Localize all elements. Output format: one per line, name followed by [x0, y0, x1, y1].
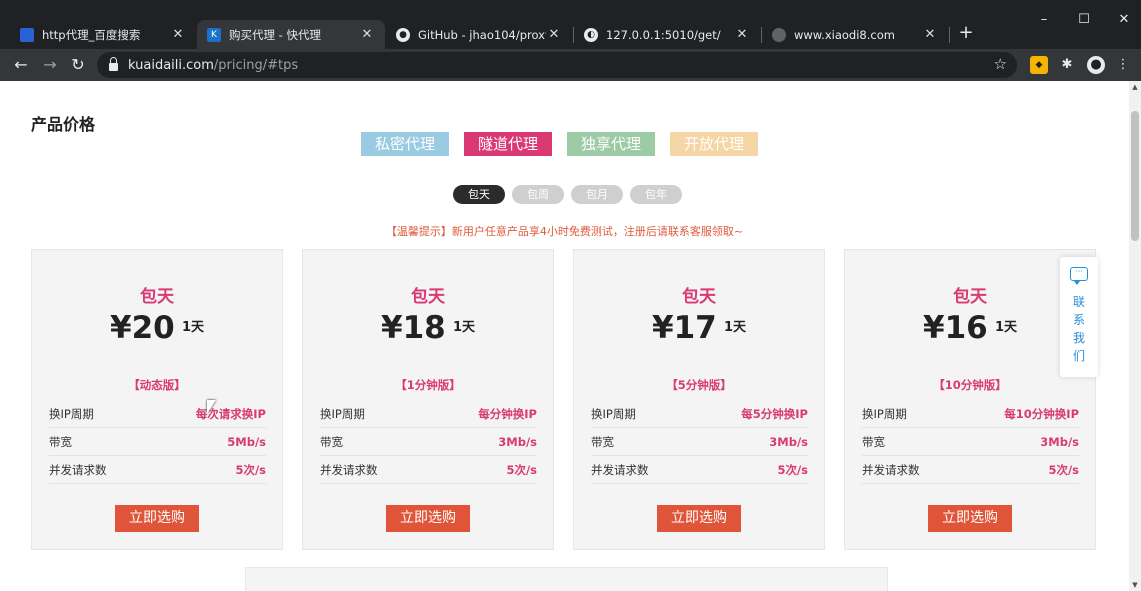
menu-kebab-icon[interactable]: ⋮ — [1114, 56, 1132, 74]
bookmark-star-icon[interactable]: ☆ — [994, 55, 1007, 73]
mouse-cursor-icon — [207, 400, 216, 414]
contact-us-widget[interactable]: ··· 联系我们 — [1060, 257, 1098, 377]
browser-tab-github[interactable]: ● GitHub - jhao104/proxy_p ✕ — [386, 20, 572, 49]
period-tab-year[interactable]: 包年 — [630, 185, 682, 204]
contact-us-label: 联系我们 — [1072, 295, 1085, 363]
buy-now-button[interactable]: 立即选购 — [657, 505, 741, 532]
browser-tab-localhost[interactable]: ◐ 127.0.0.1:5010/get/ ✕ — [574, 20, 760, 49]
card-row-bandwidth: 带宽 3Mb/s — [320, 428, 537, 456]
new-tab-button[interactable]: + — [956, 22, 976, 44]
chat-bubble-icon: ··· — [1070, 267, 1088, 285]
card-row-bandwidth: 带宽 5Mb/s — [49, 428, 266, 456]
browser-tab-xiaodi8[interactable]: www.xiaodi8.com ✕ — [762, 20, 948, 49]
page-scrollbar[interactable]: ▲ ▼ — [1129, 81, 1141, 591]
lock-icon[interactable] — [109, 57, 118, 71]
card-period: 包天 — [953, 287, 987, 307]
url-host: kuaidaili.com — [128, 57, 214, 73]
scroll-down-arrow-icon[interactable]: ▼ — [1129, 581, 1141, 589]
product-type-tabs: 私密代理 隧道代理 独享代理 开放代理 — [361, 132, 759, 156]
buy-now-button[interactable]: 立即选购 — [115, 505, 199, 532]
pricing-card: 包天 ¥17 1天 【5分钟版】 换IP周期 每5分钟换IP 带宽 3Mb/s 并发… — [573, 249, 825, 550]
scrollbar-thumb[interactable] — [1131, 111, 1139, 241]
card-row-ip-cycle: 换IP周期 每分钟换IP — [320, 400, 537, 428]
period-tab-day[interactable]: 包天 — [453, 185, 505, 204]
period-tab-week[interactable]: 包周 — [512, 185, 564, 204]
address-bar[interactable]: kuaidaili.com/pricing/#tps ☆ — [97, 52, 1017, 78]
card-row-ip-cycle: 换IP周期 每5分钟换IP — [591, 400, 808, 428]
card-row-bandwidth: 带宽 3Mb/s — [591, 428, 808, 456]
close-tab-icon[interactable]: ✕ — [170, 27, 186, 42]
card-period: 包天 — [682, 287, 716, 307]
card-price: ¥18 — [381, 310, 446, 346]
card-period: 包天 — [140, 287, 174, 307]
baidu-icon: 🐾 — [20, 27, 34, 42]
globe-icon — [772, 27, 786, 42]
card-price: ¥16 — [923, 310, 988, 346]
extension-colorful-icon[interactable]: ◆ — [1030, 56, 1048, 74]
card-row-bandwidth: 带宽 3Mb/s — [862, 428, 1079, 456]
billing-period-tabs: 包天 包周 包月 包年 — [453, 185, 682, 204]
globe-icon: ◐ — [584, 27, 598, 42]
tab-separator — [949, 27, 950, 43]
pricing-card: 包天 ¥16 1天 【10分钟版】 换IP周期 每10分钟换IP 带宽 3Mb/s … — [844, 249, 1096, 550]
card-unit: 1天 — [995, 320, 1018, 335]
close-window-icon[interactable]: ✕ — [1114, 12, 1134, 27]
buy-now-button[interactable]: 立即选购 — [386, 505, 470, 532]
card-unit: 1天 — [453, 320, 476, 335]
pricing-card: 包天 ¥20 1天 【动态版】 换IP周期 每次请求换IP 带宽 5Mb/s 并发请… — [31, 249, 283, 550]
card-row-concurrency: 并发请求数 5次/s — [320, 456, 537, 484]
card-version: 【10分钟版】 — [933, 378, 1007, 392]
minimize-icon[interactable]: – — [1034, 12, 1054, 27]
promo-notice: 【温馨提示】新用户任意产品享4小时免费测试，注册后请联系客服领取~ — [385, 225, 744, 238]
tab-exclusive-proxy[interactable]: 独享代理 — [567, 132, 656, 156]
github-icon: ● — [396, 27, 410, 42]
reload-icon[interactable]: ↻ — [68, 55, 88, 75]
card-version: 【1分钟版】 — [395, 378, 461, 392]
url-path: /pricing/#tps — [213, 57, 299, 73]
section-title: 产品价格 — [31, 115, 96, 134]
card-row-concurrency: 并发请求数 5次/s — [862, 456, 1079, 484]
card-price: ¥20 — [110, 310, 175, 346]
card-row-concurrency: 并发请求数 5次/s — [591, 456, 808, 484]
profile-avatar-icon[interactable]: ● — [1087, 56, 1105, 74]
card-row-ip-cycle: 换IP周期 每10分钟换IP — [862, 400, 1079, 428]
card-period: 包天 — [411, 287, 445, 307]
close-tab-icon[interactable]: ✕ — [734, 27, 750, 42]
browser-tab-kuaidaili[interactable]: K 购买代理 - 快代理 ✕ — [197, 20, 385, 49]
browser-tab-bar: 🐾 http代理_百度搜索 ✕ K 购买代理 - 快代理 ✕ ● GitHub … — [0, 0, 1141, 49]
maximize-icon[interactable]: ☐ — [1074, 12, 1094, 27]
tab-open-proxy[interactable]: 开放代理 — [670, 132, 759, 156]
buy-now-button[interactable]: 立即选购 — [928, 505, 1012, 532]
browser-tab-baidu[interactable]: 🐾 http代理_百度搜索 ✕ — [10, 20, 196, 49]
card-version: 【5分钟版】 — [666, 378, 732, 392]
close-tab-icon[interactable]: ✕ — [359, 27, 375, 42]
period-tab-month[interactable]: 包月 — [571, 185, 623, 204]
card-unit: 1天 — [724, 320, 747, 335]
extensions-puzzle-icon[interactable]: ✱ — [1058, 56, 1076, 74]
page-content: 产品价格 私密代理 隧道代理 独享代理 开放代理 包天 包周 包月 包年 【温馨… — [0, 81, 1129, 591]
close-tab-icon[interactable]: ✕ — [922, 27, 938, 42]
card-price: ¥17 — [652, 310, 717, 346]
kuaidaili-icon: K — [207, 27, 221, 42]
tab-tunnel-proxy[interactable]: 隧道代理 — [464, 132, 553, 156]
back-arrow-icon[interactable]: ← — [11, 55, 31, 75]
scroll-up-arrow-icon[interactable]: ▲ — [1129, 83, 1141, 91]
card-version: 【动态版】 — [128, 378, 186, 392]
pricing-card: 包天 ¥18 1天 【1分钟版】 换IP周期 每分钟换IP 带宽 3Mb/s 并发请… — [302, 249, 554, 550]
tab-private-proxy[interactable]: 私密代理 — [361, 132, 450, 156]
forward-arrow-icon[interactable]: → — [40, 55, 60, 75]
card-unit: 1天 — [182, 320, 205, 335]
card-row-concurrency: 并发请求数 5次/s — [49, 456, 266, 484]
browser-toolbar: ← → ↻ kuaidaili.com/pricing/#tps ☆ ◆ ✱ ●… — [0, 49, 1141, 81]
bottom-info-panel — [245, 567, 888, 591]
close-tab-icon[interactable]: ✕ — [546, 27, 562, 42]
card-row-ip-cycle: 换IP周期 每次请求换IP — [49, 400, 266, 428]
